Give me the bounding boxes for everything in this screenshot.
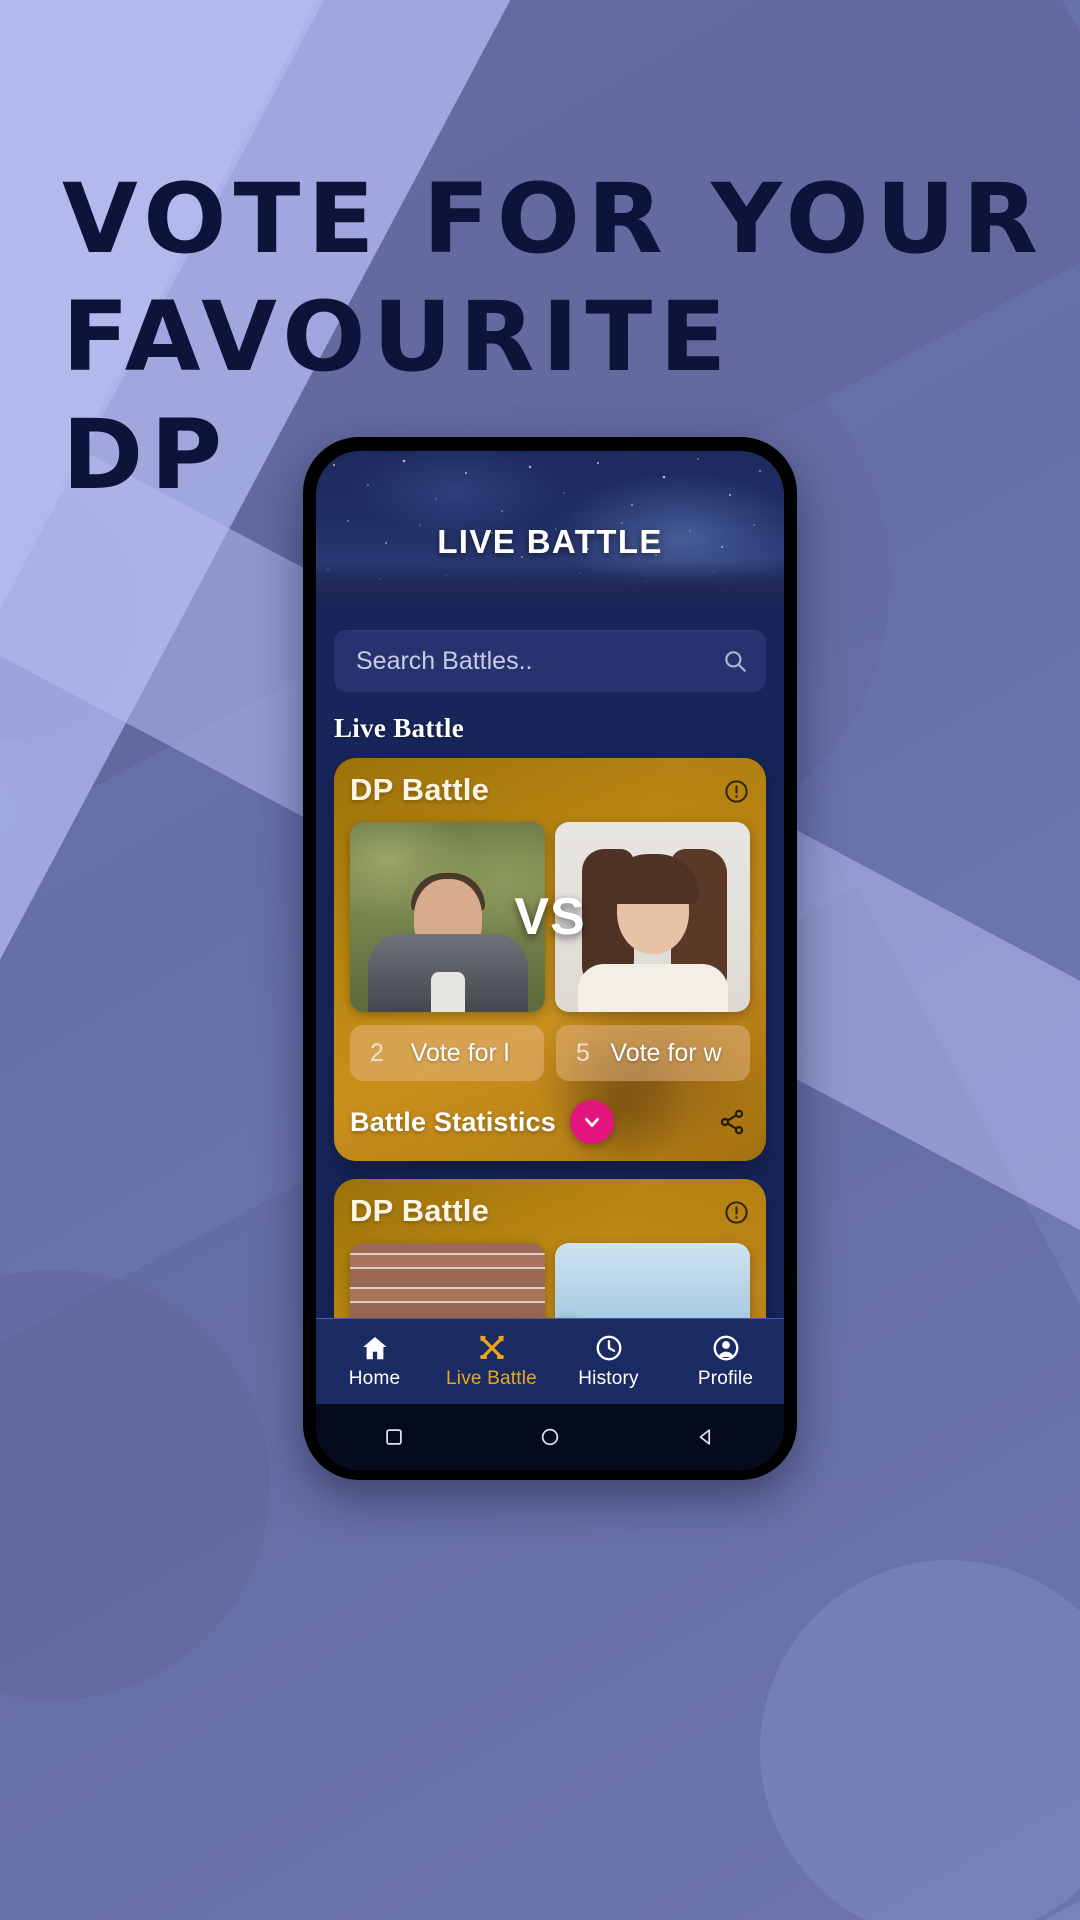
card-header: DP Battle — [350, 772, 750, 808]
phone-mockup: LIVE BATTLE Live Battle — [303, 437, 797, 1480]
app-title: LIVE BATTLE — [437, 523, 663, 560]
search-icon[interactable] — [722, 648, 748, 674]
vote-label-right: Vote for w — [610, 1038, 722, 1067]
nav-item-live-battle[interactable]: Live Battle — [433, 1333, 550, 1390]
nav-label-live-battle: Live Battle — [446, 1368, 537, 1389]
app-header: LIVE BATTLE — [316, 451, 784, 606]
nav-item-home[interactable]: Home — [316, 1333, 433, 1390]
vote-count-left: 2 — [370, 1038, 384, 1067]
battle-statistics-label: Battle Statistics — [350, 1106, 556, 1137]
versus-badge: VS — [514, 888, 586, 946]
vote-count-right: 5 — [576, 1038, 590, 1067]
card-title: DP Battle — [350, 1193, 490, 1228]
recents-button[interactable] — [377, 1420, 411, 1454]
crossed-swords-icon — [479, 1335, 504, 1359]
chevron-down-icon — [585, 1117, 599, 1128]
vote-button-row: 2 Vote for l 5 Vote for w — [350, 1025, 750, 1081]
expand-statistics-button[interactable] — [569, 1100, 614, 1144]
home-icon — [362, 1337, 387, 1360]
android-system-nav — [316, 1404, 784, 1470]
search-input[interactable] — [356, 646, 722, 676]
share-icon — [720, 1109, 744, 1135]
phone-screen: LIVE BATTLE Live Battle — [316, 451, 784, 1470]
bottom-navigation: Home Live Battle History Profile — [316, 1318, 784, 1404]
nav-item-history[interactable]: History — [550, 1333, 667, 1390]
home-button[interactable] — [533, 1420, 567, 1454]
info-icon[interactable] — [723, 1199, 750, 1226]
nav-label-home: Home — [348, 1368, 401, 1389]
vote-button-left[interactable]: 2 Vote for l — [350, 1025, 544, 1081]
vote-label-left: Vote for l — [410, 1038, 510, 1067]
nav-label-profile: Profile — [697, 1368, 754, 1389]
nav-label-history: History — [578, 1368, 639, 1389]
headline-line-2: favourite — [62, 281, 734, 393]
card-title: DP Battle — [350, 772, 490, 807]
person-circle-icon — [713, 1335, 738, 1361]
back-button[interactable] — [689, 1420, 723, 1454]
square-recents-icon — [386, 1429, 402, 1445]
clock-icon — [596, 1335, 621, 1361]
battle-statistics-row: Battle Statistics — [350, 1099, 750, 1145]
section-title-live-battle: Live Battle — [334, 713, 465, 743]
search-bar[interactable] — [334, 630, 766, 692]
circle-home-icon — [541, 1428, 559, 1446]
share-button[interactable] — [714, 1104, 750, 1140]
card-header: DP Battle — [350, 1193, 750, 1229]
triangle-back-icon — [699, 1429, 711, 1445]
horizon-decoration — [316, 560, 784, 606]
versus-row: VS — [350, 822, 750, 1012]
info-icon[interactable] — [723, 778, 750, 805]
vote-button-right[interactable]: 5 Vote for w — [556, 1025, 750, 1081]
headline-line-1: Vote for your — [62, 163, 1046, 275]
battle-card[interactable]: DP Battle — [334, 758, 766, 1161]
nav-item-profile[interactable]: Profile — [667, 1333, 784, 1390]
